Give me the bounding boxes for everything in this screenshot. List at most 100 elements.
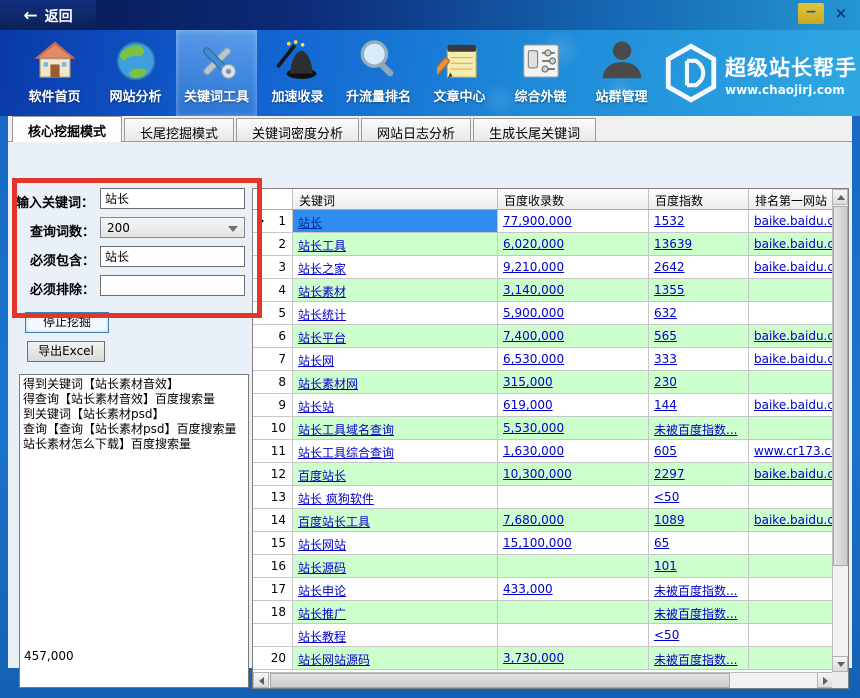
tab[interactable]: 长尾挖掘模式 — [124, 118, 234, 141]
scroll-up-button[interactable] — [832, 189, 848, 205]
cell-link[interactable]: 3,140,000 — [503, 283, 564, 297]
cell-link[interactable]: 站长网站 — [298, 538, 346, 552]
cell-link[interactable]: 3,730,000 — [503, 651, 564, 665]
cell-link[interactable]: 百度站长 — [298, 469, 346, 483]
cell-link[interactable]: baike.baidu.co — [754, 237, 833, 251]
toolbar-item[interactable]: 综合外链 — [500, 30, 581, 116]
tab[interactable]: 核心挖掘模式 — [12, 116, 122, 142]
cell-link[interactable]: 未被百度指数... — [654, 584, 737, 598]
row-header-cell[interactable]: 14 — [253, 509, 293, 532]
row-header-cell[interactable]: 18 — [253, 601, 293, 624]
cell-link[interactable]: 站长网 — [298, 354, 334, 368]
cell-link[interactable]: 10,300,000 — [503, 467, 572, 481]
cell-link[interactable]: 619,000 — [503, 398, 553, 412]
cell-link[interactable]: 15,100,000 — [503, 536, 572, 550]
row-header-cell[interactable]: 16 — [253, 555, 293, 578]
cell-link[interactable]: 站长之家 — [298, 262, 346, 276]
cell-link[interactable]: 433,000 — [503, 582, 553, 596]
cell-link[interactable]: 605 — [654, 444, 677, 458]
scroll-right-button[interactable] — [817, 672, 833, 688]
cell-link[interactable]: 2297 — [654, 467, 685, 481]
cell-link[interactable]: 未被百度指数... — [654, 607, 737, 621]
query-count-select[interactable]: 200 — [100, 217, 245, 238]
row-header-cell[interactable]: 17 — [253, 578, 293, 601]
cell-link[interactable]: 7,400,000 — [503, 329, 564, 343]
cell-link[interactable]: 2642 — [654, 260, 685, 274]
cell-link[interactable]: <50 — [654, 490, 679, 504]
must-exclude-input[interactable] — [100, 275, 245, 296]
cell-link[interactable]: 站长工具域名查询 — [298, 423, 394, 437]
cell-link[interactable]: 315,000 — [503, 375, 553, 389]
cell-link[interactable]: baike.baidu.co — [754, 214, 833, 228]
row-header-cell[interactable]: 12 — [253, 463, 293, 486]
cell-link[interactable]: 站长 — [298, 216, 322, 230]
must-include-input[interactable] — [100, 246, 245, 267]
cell-link[interactable]: 144 — [654, 398, 677, 412]
tab[interactable]: 生成长尾关键词 — [473, 118, 596, 141]
cell-link[interactable]: baike.baidu.co — [754, 467, 833, 481]
cell-link[interactable]: 站长工具 — [298, 239, 346, 253]
cell-link[interactable]: <50 — [654, 628, 679, 642]
cell-link[interactable]: 站长推广 — [298, 607, 346, 621]
cell-link[interactable]: baike.baidu.co — [754, 513, 833, 527]
row-header-cell[interactable]: 8 — [253, 371, 293, 394]
cell-link[interactable]: 1089 — [654, 513, 685, 527]
cell-link[interactable]: 333 — [654, 352, 677, 366]
toolbar-item[interactable]: 站群管理 — [581, 30, 662, 116]
cell-link[interactable]: 未被百度指数... — [654, 653, 737, 667]
cell-link[interactable]: 站长平台 — [298, 331, 346, 345]
cell-link[interactable]: 站长 疯狗软件 — [298, 492, 374, 506]
toolbar-item[interactable]: 网站分析 — [95, 30, 176, 116]
stop-mining-button[interactable]: 停止挖掘 — [25, 312, 109, 333]
log-textbox[interactable]: 得到关键词【站长素材音效】得查询【站长素材音效】百度搜索量到关键词【站长素材ps… — [19, 374, 249, 688]
cell-link[interactable]: 13639 — [654, 237, 692, 251]
tab[interactable]: 网站日志分析 — [361, 118, 471, 141]
cell-link[interactable]: 77,900,000 — [503, 214, 572, 228]
keyword-input[interactable] — [100, 188, 245, 209]
row-header-cell[interactable]: 13 — [253, 486, 293, 509]
row-header-cell[interactable]: 15 — [253, 532, 293, 555]
cell-link[interactable]: 百度站长工具 — [298, 515, 370, 529]
cell-link[interactable]: 站长教程 — [298, 630, 346, 644]
tab[interactable]: 关键词密度分析 — [236, 118, 359, 141]
cell-link[interactable]: 632 — [654, 306, 677, 320]
cell-link[interactable]: 站长站 — [298, 400, 334, 414]
cell-link[interactable]: 1355 — [654, 283, 685, 297]
cell-link[interactable]: 未被百度指数... — [654, 423, 737, 437]
row-header-cell[interactable]: 10 — [253, 417, 293, 440]
toolbar-item[interactable]: 文章中心 — [419, 30, 500, 116]
cell-link[interactable]: 5,530,000 — [503, 421, 564, 435]
cell-link[interactable]: 站长申论 — [298, 584, 346, 598]
row-header-cell[interactable] — [253, 624, 293, 647]
vertical-scroll-thumb[interactable] — [833, 206, 848, 566]
horizontal-scroll-thumb[interactable] — [270, 673, 730, 688]
row-header-cell[interactable]: 1 — [253, 210, 293, 233]
close-button[interactable]: × — [830, 3, 852, 24]
export-excel-button[interactable]: 导出Excel — [27, 341, 105, 362]
row-header-cell[interactable]: 9 — [253, 394, 293, 417]
toolbar-item[interactable]: 加速收录 — [257, 30, 338, 116]
scroll-left-button[interactable] — [253, 672, 269, 688]
horizontal-scrollbar[interactable] — [253, 672, 833, 688]
row-header-cell[interactable]: 6 — [253, 325, 293, 348]
cell-link[interactable]: 站长工具综合查询 — [298, 446, 394, 460]
cell-link[interactable]: baike.baidu.co — [754, 398, 833, 412]
vertical-scrollbar[interactable] — [832, 189, 848, 672]
cell-link[interactable]: 站长源码 — [298, 561, 346, 575]
cell-link[interactable]: 65 — [654, 536, 669, 550]
cell-link[interactable]: www.cr173.com — [754, 444, 833, 458]
cell-link[interactable]: 6,530,000 — [503, 352, 564, 366]
row-header-cell[interactable]: 3 — [253, 256, 293, 279]
cell-link[interactable]: baike.baidu.co — [754, 329, 833, 343]
row-header-cell[interactable]: 5 — [253, 302, 293, 325]
cell-link[interactable]: 1532 — [654, 214, 685, 228]
cell-link[interactable]: 站长统计 — [298, 308, 346, 322]
back-button[interactable]: ← 返回 — [0, 0, 96, 32]
row-header-cell[interactable]: 11 — [253, 440, 293, 463]
row-header-cell[interactable]: 7 — [253, 348, 293, 371]
toolbar-item[interactable]: 软件首页 — [14, 30, 95, 116]
cell-link[interactable]: 5,900,000 — [503, 306, 564, 320]
cell-link[interactable]: baike.baidu.co — [754, 352, 833, 366]
row-header-cell[interactable]: 20 — [253, 647, 293, 670]
cell-link[interactable]: 站长素材 — [298, 285, 346, 299]
